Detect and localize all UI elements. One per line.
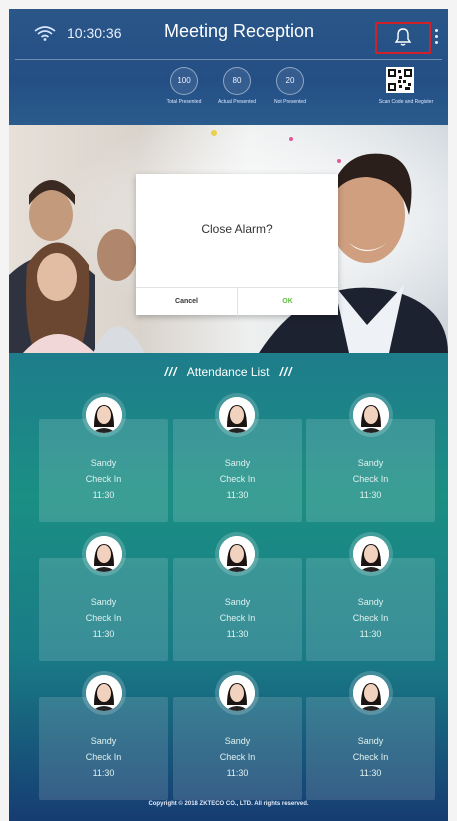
card-time: 11:30	[92, 490, 115, 500]
card-status: Check In	[85, 752, 122, 762]
header-divider	[15, 59, 442, 60]
card-name: Sandy	[224, 597, 251, 607]
card-time: 11:30	[359, 629, 382, 639]
more-icon[interactable]	[435, 29, 439, 47]
card-time: 11:30	[92, 629, 115, 639]
dialog-message: Close Alarm?	[201, 222, 273, 236]
device-screen: 10:30:36 Meeting Reception 100 Total Pre…	[9, 9, 448, 821]
attendance-card[interactable]: Sandy Check In 11:30	[306, 697, 435, 800]
avatar	[353, 675, 389, 711]
title-slashes-right: ///	[279, 365, 293, 379]
card-status: Check In	[352, 474, 389, 484]
card-status: Check In	[85, 474, 122, 484]
attendance-card[interactable]: Sandy Check In 11:30	[173, 558, 302, 661]
card-name: Sandy	[90, 458, 117, 468]
card-time: 11:30	[226, 629, 249, 639]
close-alarm-dialog: Close Alarm? Cancel OK	[136, 174, 338, 316]
attendance-card[interactable]: Sandy Check In 11:30	[173, 697, 302, 800]
attendance-card[interactable]: Sandy Check In 11:30	[39, 419, 168, 522]
card-status: Check In	[352, 613, 389, 623]
card-time: 11:30	[226, 490, 249, 500]
bell-icon[interactable]	[394, 27, 412, 47]
card-status: Check In	[352, 752, 389, 762]
avatar	[219, 397, 255, 433]
avatar	[219, 675, 255, 711]
attendance-card[interactable]: Sandy Check In 11:30	[39, 697, 168, 800]
stat-total-value: 100	[170, 67, 198, 95]
status-bar: 10:30:36 Meeting Reception	[9, 9, 448, 54]
avatar	[219, 536, 255, 572]
attendance-card[interactable]: Sandy Check In 11:30	[306, 419, 435, 522]
status-time: 10:30:36	[67, 25, 122, 41]
card-time: 11:30	[359, 768, 382, 778]
wifi-icon	[34, 26, 56, 41]
card-name: Sandy	[224, 458, 251, 468]
stat-not-label: Not Presented	[274, 99, 306, 105]
attendance-card[interactable]: Sandy Check In 11:30	[39, 558, 168, 661]
copyright-footer: Copyright © 2018 ZKTECO CO., LTD. All ri…	[148, 801, 309, 807]
attendance-list-title: /// Attendance List ///	[9, 365, 448, 379]
card-status: Check In	[85, 613, 122, 623]
cancel-button[interactable]: Cancel	[136, 288, 238, 316]
card-time: 11:30	[226, 768, 249, 778]
title-slashes-left: ///	[164, 365, 178, 379]
top-bar: 10:30:36 Meeting Reception 100 Total Pre…	[9, 9, 448, 127]
card-name: Sandy	[90, 736, 117, 746]
stat-not: 20 Not Presented	[255, 67, 325, 105]
card-name: Sandy	[357, 736, 384, 746]
qr-code-icon[interactable]	[386, 67, 414, 93]
card-time: 11:30	[92, 768, 115, 778]
attendance-card[interactable]: Sandy Check In 11:30	[306, 558, 435, 661]
avatar	[353, 397, 389, 433]
stat-actual-value: 80	[223, 67, 251, 95]
avatar	[86, 536, 122, 572]
attendance-title-text: Attendance List	[186, 365, 270, 379]
page-title: Meeting Reception	[163, 21, 315, 41]
card-name: Sandy	[357, 597, 384, 607]
stat-not-value: 20	[276, 67, 304, 95]
card-name: Sandy	[224, 736, 251, 746]
ok-button[interactable]: OK	[237, 288, 338, 316]
avatar	[86, 675, 122, 711]
avatar	[86, 397, 122, 433]
card-status: Check In	[219, 613, 256, 623]
qr-label: Scan Code and Register	[378, 99, 434, 105]
attendance-card[interactable]: Sandy Check In 11:30	[173, 419, 302, 522]
card-status: Check In	[219, 752, 256, 762]
card-name: Sandy	[357, 458, 384, 468]
card-time: 11:30	[359, 490, 382, 500]
card-name: Sandy	[90, 597, 117, 607]
card-status: Check In	[219, 474, 256, 484]
avatar	[353, 536, 389, 572]
dialog-buttons: Cancel OK	[136, 287, 338, 316]
